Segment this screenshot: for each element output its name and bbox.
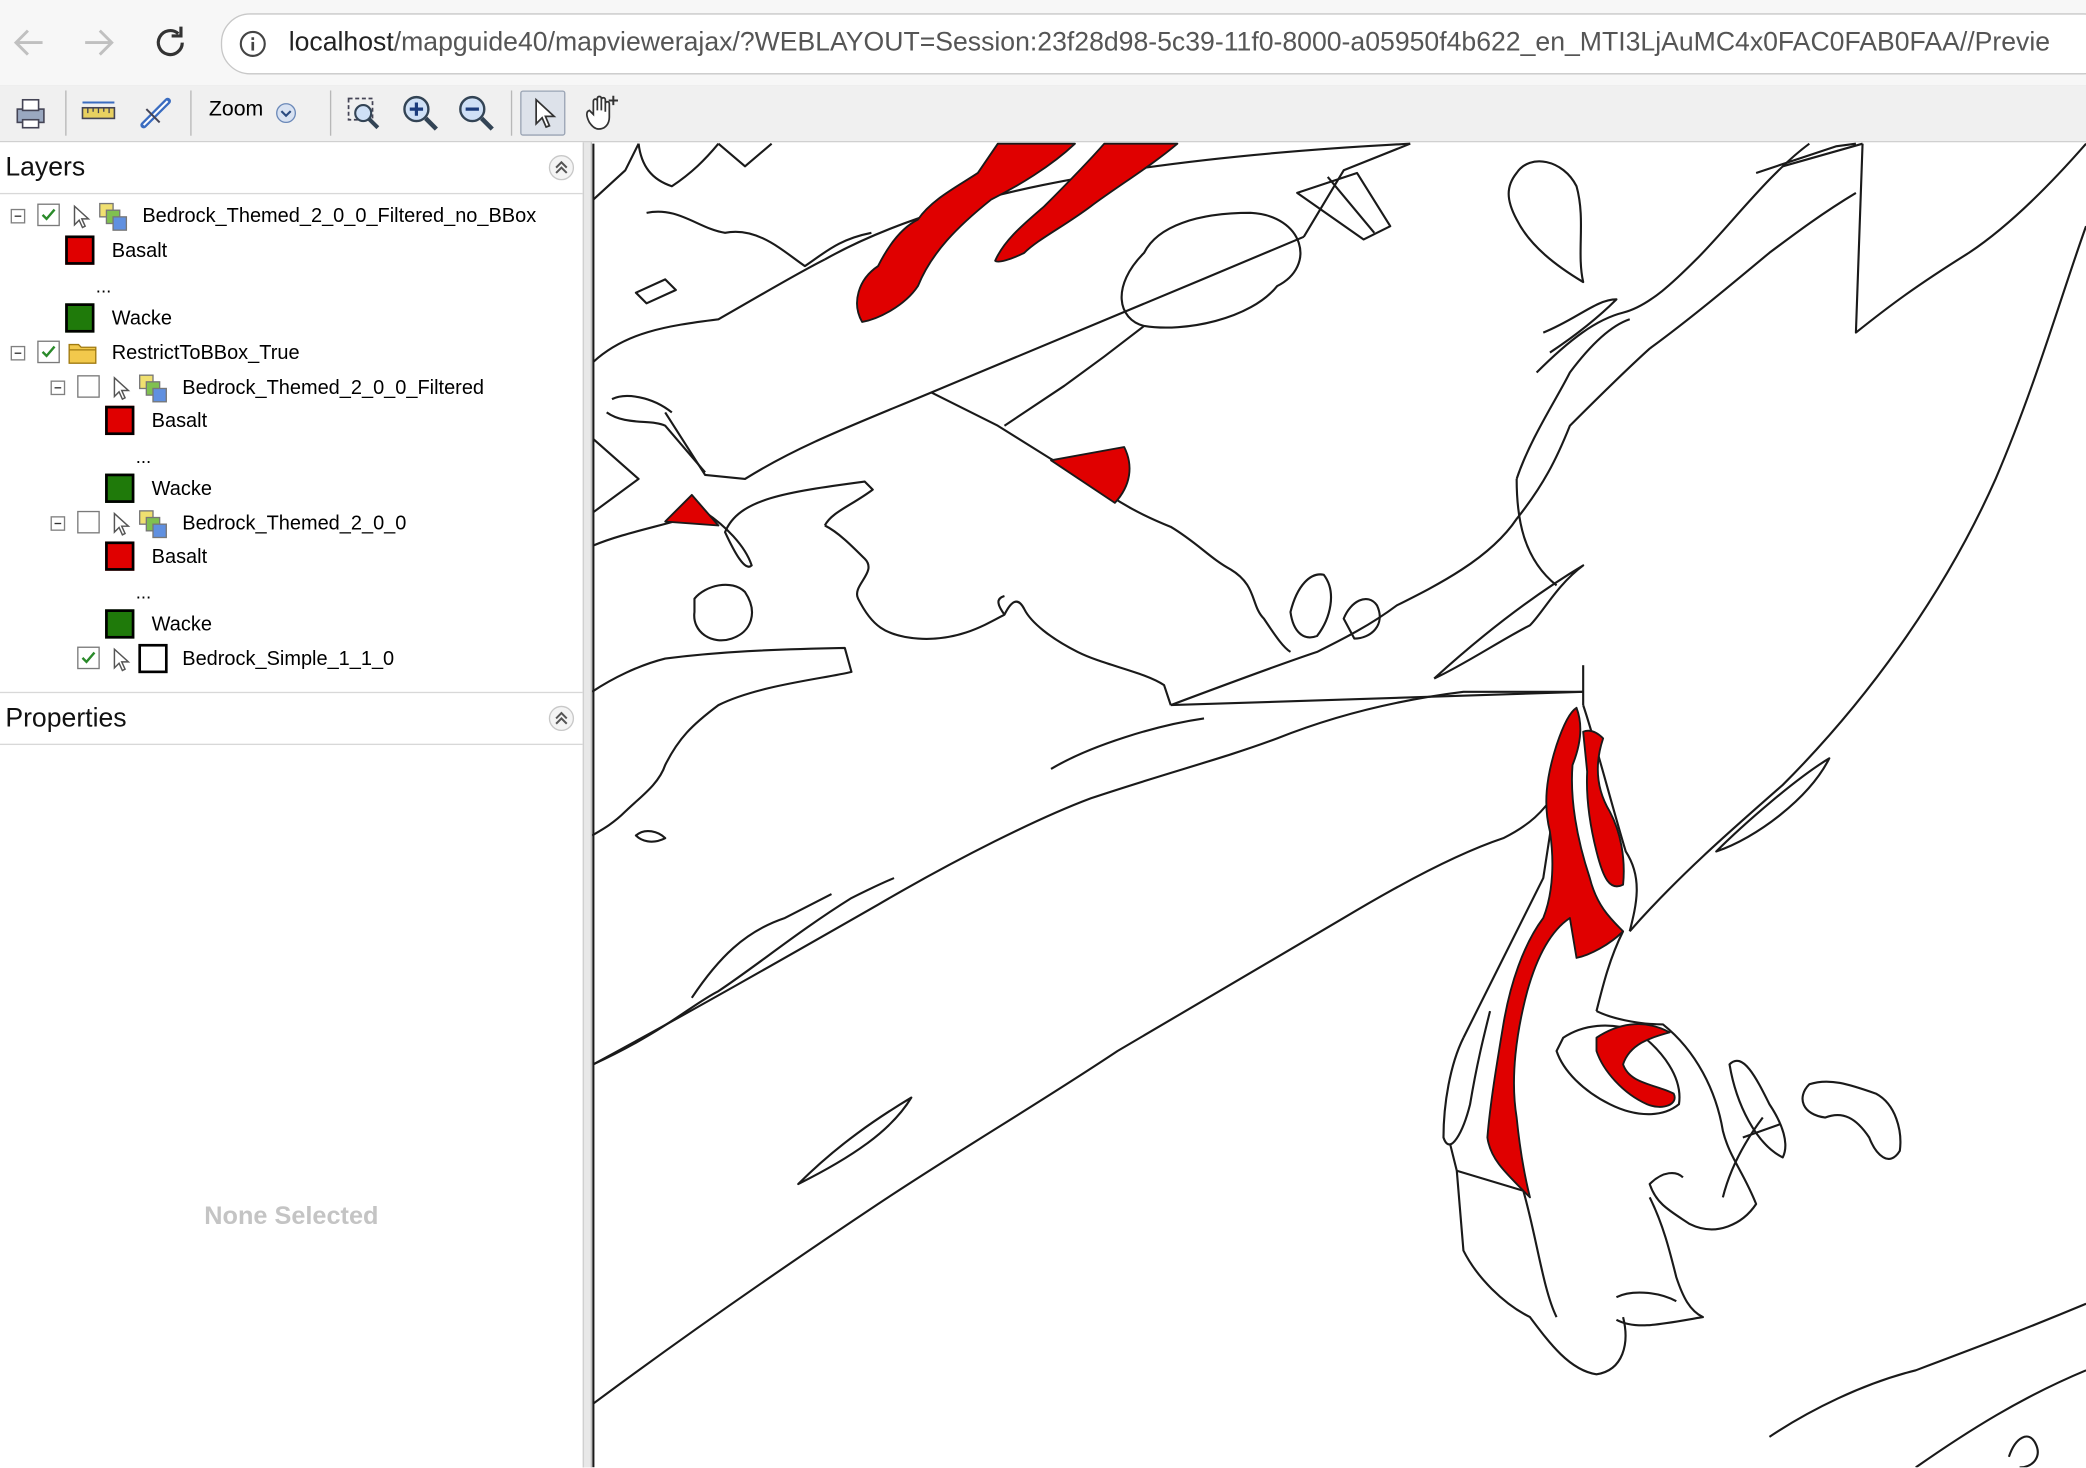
layers-panel-header: Layers bbox=[0, 142, 583, 195]
legend-label: Basalt bbox=[111, 239, 168, 263]
legend-label: Wacke bbox=[151, 477, 212, 501]
legend-label: Wacke bbox=[151, 613, 212, 636]
buffer-icon[interactable] bbox=[133, 90, 178, 135]
layer-visibility-checkbox[interactable] bbox=[77, 646, 100, 670]
zoom-dropdown-label[interactable]: Zoom bbox=[209, 98, 263, 122]
map-svg[interactable] bbox=[592, 142, 2086, 1468]
themed-layer-icon bbox=[97, 201, 132, 240]
legend-item: Basalt bbox=[0, 541, 583, 574]
back-icon[interactable] bbox=[5, 19, 53, 67]
layer-name: Bedrock_Simple_1_1_0 bbox=[182, 647, 395, 671]
chevron-down-icon[interactable] bbox=[275, 102, 297, 129]
map-toolbar: Zoom bbox=[0, 85, 2086, 143]
legend-item: Wacke bbox=[0, 473, 583, 507]
basalt-swatch bbox=[105, 541, 135, 571]
basalt-swatch bbox=[105, 405, 135, 436]
collapse-tree-icon[interactable] bbox=[10, 345, 26, 361]
layer-name: Bedrock_Themed_2_0_0_Filtered_no_BBox bbox=[142, 204, 537, 228]
info-icon[interactable] bbox=[238, 29, 267, 64]
layer-name: Bedrock_Themed_2_0_0 bbox=[182, 512, 407, 535]
layer-visibility-checkbox[interactable] bbox=[37, 203, 60, 227]
folder-icon bbox=[68, 339, 97, 372]
legend-ellipsis: ... bbox=[135, 581, 152, 603]
zoom-rect-icon[interactable] bbox=[341, 90, 386, 135]
panel-splitter[interactable] bbox=[582, 142, 593, 1468]
selectable-arrow-icon bbox=[109, 511, 133, 544]
print-icon[interactable] bbox=[8, 90, 53, 135]
browser-chrome: localhost/mapguide40/mapviewerajax/?WEBL… bbox=[0, 0, 2086, 87]
pan-icon[interactable] bbox=[579, 90, 624, 135]
legend-ellipsis: ... bbox=[95, 275, 112, 297]
sidebar: Layers Bedrock_Themed_2_0_0_Filtered_no_… bbox=[0, 142, 585, 1468]
collapse-up-icon[interactable] bbox=[548, 705, 575, 732]
zoom-in-icon[interactable] bbox=[398, 90, 443, 135]
legend-ellipsis: ... bbox=[135, 445, 152, 467]
legend-label: Wacke bbox=[111, 307, 173, 330]
url-path: /mapguide40/mapviewerajax/?WEBLAYOUT=Ses… bbox=[393, 27, 2051, 58]
group-visibility-checkbox[interactable] bbox=[37, 340, 60, 364]
layer-visibility-checkbox[interactable] bbox=[77, 510, 100, 534]
address-bar[interactable]: localhost/mapguide40/mapviewerajax/?WEBL… bbox=[220, 13, 2086, 75]
select-icon[interactable] bbox=[520, 90, 566, 136]
layers-panel-title: Layers bbox=[5, 152, 86, 183]
basalt-swatch bbox=[65, 235, 95, 265]
collapse-up-icon[interactable] bbox=[548, 154, 575, 181]
legend-item: Wacke bbox=[0, 303, 583, 336]
collapse-tree-icon[interactable] bbox=[50, 380, 66, 396]
properties-panel-title: Properties bbox=[5, 703, 127, 734]
properties-empty-text: None Selected bbox=[204, 1202, 379, 1231]
url-text[interactable]: localhost/mapguide40/mapviewerajax/?WEBL… bbox=[289, 28, 2050, 59]
forward-icon[interactable] bbox=[75, 19, 123, 67]
legend-label: Basalt bbox=[151, 545, 208, 569]
url-host: localhost bbox=[288, 27, 394, 58]
legend-item: Basalt bbox=[0, 405, 583, 439]
simple-layer-swatch bbox=[138, 643, 168, 674]
collapse-tree-icon[interactable] bbox=[10, 208, 26, 224]
layer-group-row[interactable]: RestrictToBBox_True bbox=[0, 338, 583, 371]
basalt-polygons bbox=[664, 142, 1676, 1199]
wacke-swatch bbox=[105, 609, 135, 639]
zoom-out-icon[interactable] bbox=[454, 90, 499, 135]
layer-row[interactable]: Bedrock_Themed_2_0_0_Filtered_no_BBox bbox=[0, 201, 583, 234]
selectable-arrow-icon bbox=[69, 204, 93, 237]
legend-item: Basalt bbox=[0, 235, 583, 268]
wacke-swatch bbox=[65, 303, 95, 333]
selectable-arrow-icon bbox=[109, 375, 133, 408]
collapse-tree-icon[interactable] bbox=[50, 516, 66, 531]
legend-item: Wacke bbox=[0, 609, 583, 642]
map-canvas[interactable] bbox=[592, 142, 2086, 1468]
layer-row[interactable]: Bedrock_Themed_2_0_0 bbox=[0, 508, 583, 541]
geology-polygons bbox=[592, 142, 2086, 1468]
properties-panel-header: Properties bbox=[0, 691, 583, 746]
viewport: localhost/mapguide40/mapviewerajax/?WEBL… bbox=[0, 0, 2086, 1468]
group-name: RestrictToBBox_True bbox=[111, 341, 300, 365]
layer-row[interactable]: Bedrock_Themed_2_0_0_Filtered bbox=[0, 373, 583, 406]
reload-icon[interactable] bbox=[146, 19, 194, 67]
legend-label: Basalt bbox=[151, 409, 208, 433]
wacke-swatch bbox=[105, 473, 135, 503]
layer-visibility-checkbox[interactable] bbox=[77, 375, 100, 398]
measure-icon[interactable] bbox=[76, 90, 121, 135]
layer-name: Bedrock_Themed_2_0_0_Filtered bbox=[182, 376, 485, 400]
layer-row[interactable]: Bedrock_Simple_1_1_0 bbox=[0, 643, 583, 680]
selectable-arrow-icon bbox=[109, 647, 133, 680]
